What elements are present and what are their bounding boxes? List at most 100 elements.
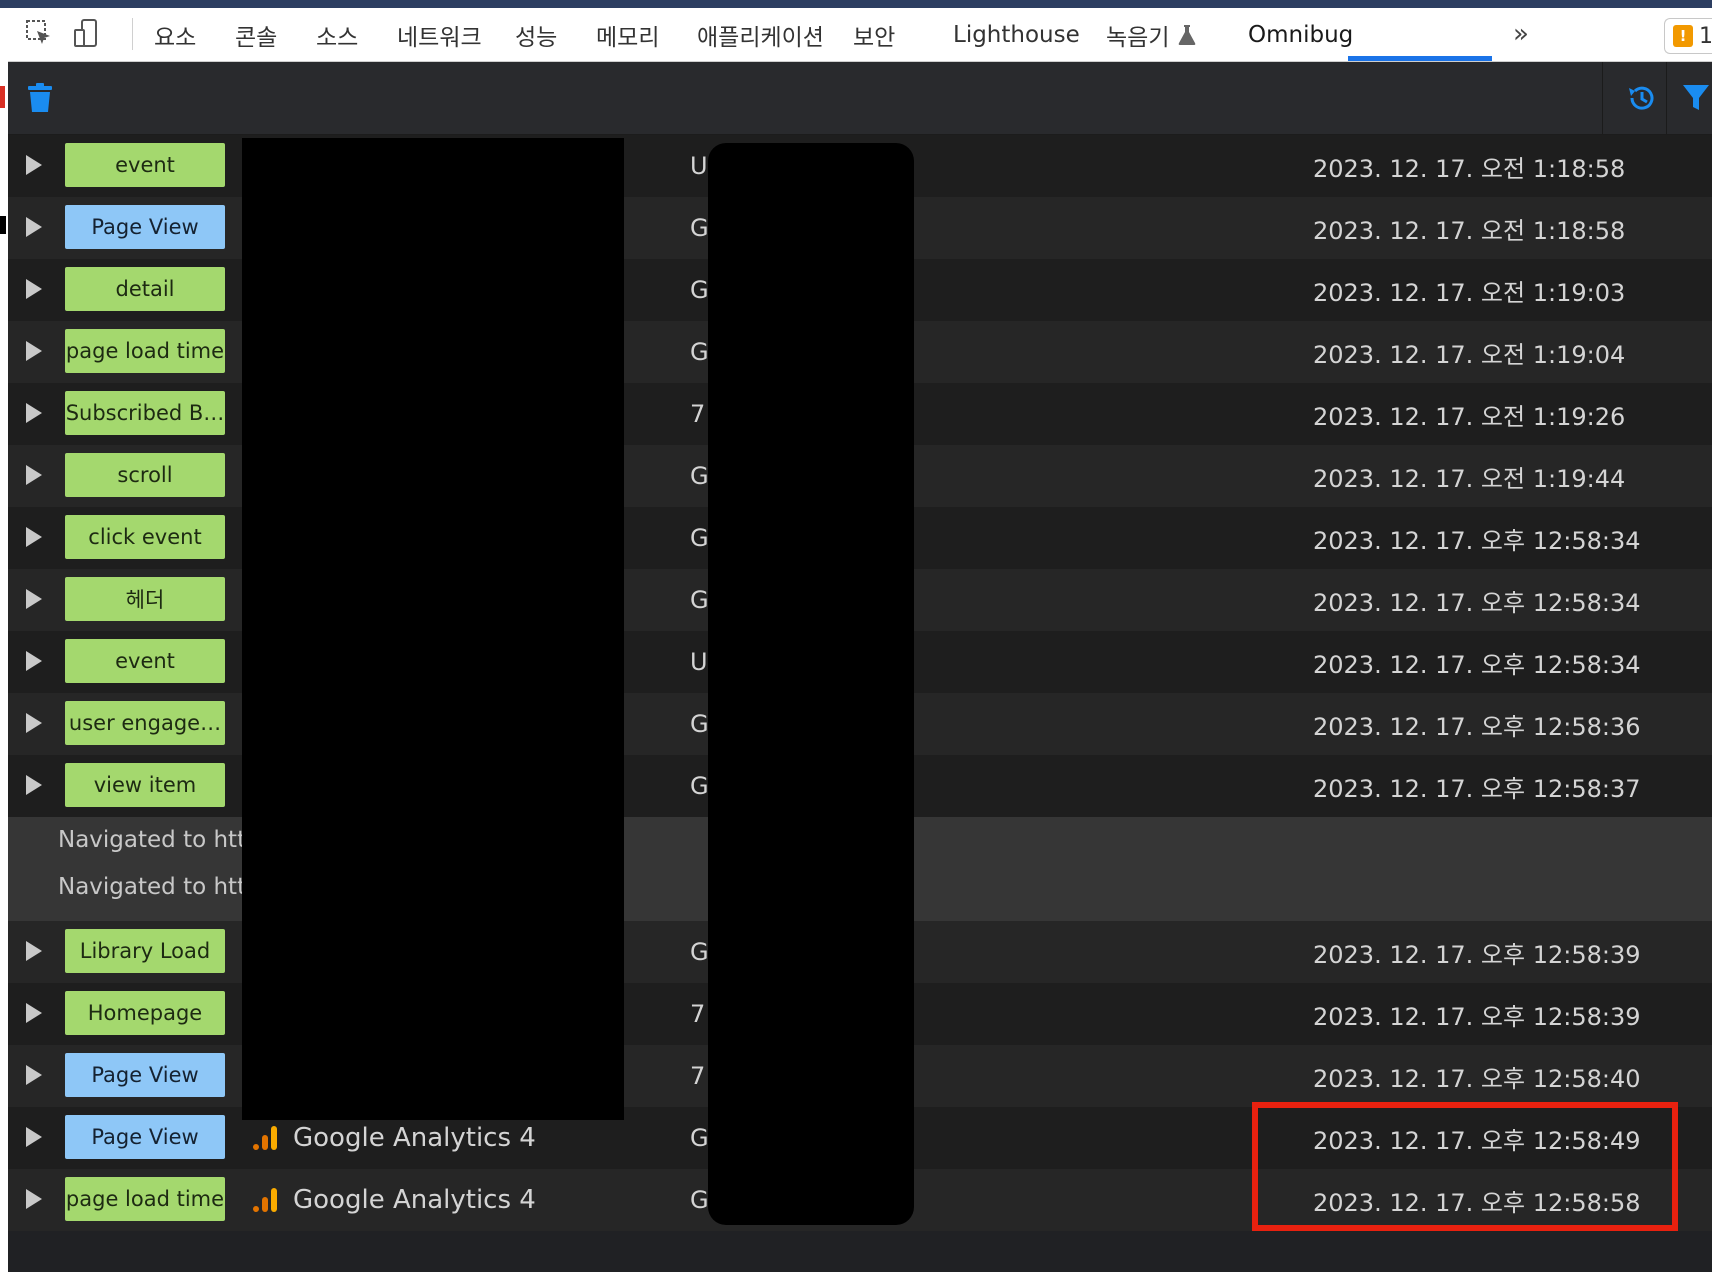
google-analytics-icon	[253, 1126, 277, 1150]
expand-arrow-icon[interactable]	[26, 527, 42, 547]
navigation-message: Navigated to http	[58, 874, 261, 900]
account-id-cell: G	[690, 586, 709, 614]
expand-arrow-icon[interactable]	[26, 713, 42, 733]
account-id-cell: U	[690, 648, 708, 676]
tab-security[interactable]: 보안	[853, 8, 895, 61]
account-id-cell: G	[690, 462, 709, 490]
more-tabs-chevron-icon[interactable]: »	[1504, 16, 1538, 52]
expand-arrow-icon[interactable]	[26, 155, 42, 175]
timestamp-cell: 2023. 12. 17. 오후 12:58:37	[1313, 774, 1641, 803]
left-page-edge	[0, 8, 8, 1272]
toolbar-separator	[1666, 62, 1667, 134]
highlight-box	[1252, 1102, 1678, 1231]
tab-sources[interactable]: 소스	[316, 8, 358, 61]
event-type-badge: Homepage	[65, 991, 225, 1035]
event-type-badge: Library Load	[65, 929, 225, 973]
flask-icon	[1179, 24, 1196, 45]
timestamp-cell: 2023. 12. 17. 오전 1:18:58	[1313, 216, 1626, 245]
expand-arrow-icon[interactable]	[26, 941, 42, 961]
timestamp-cell: 2023. 12. 17. 오후 12:58:34	[1313, 650, 1641, 679]
timestamp-cell: 2023. 12. 17. 오전 1:19:26	[1313, 402, 1626, 431]
edge-mark	[0, 216, 6, 234]
event-type-badge: page load time	[65, 1177, 225, 1221]
account-id-cell: 7	[690, 1000, 706, 1028]
filter-icon[interactable]	[1674, 76, 1712, 120]
event-type-badge: view item	[65, 763, 225, 807]
account-id-cell: U	[690, 152, 708, 180]
provider-cell: Google Analytics 4	[251, 1169, 536, 1231]
event-type-badge: scroll	[65, 453, 225, 497]
account-id-cell: 7	[690, 400, 706, 428]
expand-arrow-icon[interactable]	[26, 217, 42, 237]
timestamp-cell: 2023. 12. 17. 오전 1:19:44	[1313, 464, 1626, 493]
history-icon[interactable]	[1620, 76, 1664, 120]
issues-counter-button[interactable]: ! 1	[1664, 18, 1712, 54]
navigation-message: Navigated to http	[58, 827, 261, 853]
toolbar-separator	[132, 18, 133, 50]
toolbar-separator	[1602, 62, 1603, 134]
account-id-cell: G	[690, 772, 709, 800]
account-id-cell: 7	[690, 1062, 706, 1090]
trash-icon[interactable]	[18, 76, 62, 120]
expand-arrow-icon[interactable]	[26, 1189, 42, 1209]
redaction-box	[242, 138, 624, 1120]
account-id-cell: G	[690, 524, 709, 552]
event-type-badge: Page View	[65, 1053, 225, 1097]
warning-icon: !	[1673, 25, 1693, 47]
provider-name: Google Analytics 4	[293, 1123, 536, 1153]
event-type-badge: event	[65, 639, 225, 683]
timestamp-cell: 2023. 12. 17. 오전 1:19:03	[1313, 278, 1626, 307]
event-type-badge: 헤더	[65, 577, 225, 621]
event-type-badge: event	[65, 143, 225, 187]
event-type-badge: click event	[65, 515, 225, 559]
issues-count: 1	[1699, 23, 1712, 49]
active-tab-indicator	[1348, 56, 1492, 61]
timestamp-cell: 2023. 12. 17. 오후 12:58:40	[1313, 1064, 1641, 1093]
tab-memory[interactable]: 메모리	[596, 8, 659, 61]
device-toolbar-icon[interactable]	[70, 16, 104, 50]
tab-network[interactable]: 네트워크	[397, 8, 482, 61]
expand-arrow-icon[interactable]	[26, 341, 42, 361]
tab-recorder[interactable]: 녹음기	[1106, 8, 1197, 61]
timestamp-cell: 2023. 12. 17. 오후 12:58:39	[1313, 1002, 1641, 1031]
provider-name: Google Analytics 4	[293, 1185, 536, 1215]
account-id-cell: G	[690, 1186, 709, 1214]
expand-arrow-icon[interactable]	[26, 651, 42, 671]
expand-arrow-icon[interactable]	[26, 279, 42, 299]
tab-lighthouse[interactable]: Lighthouse	[953, 8, 1080, 61]
account-id-cell: G	[690, 1124, 709, 1152]
expand-arrow-icon[interactable]	[26, 465, 42, 485]
tab-omnibug[interactable]: Omnibug	[1248, 8, 1353, 61]
expand-arrow-icon[interactable]	[26, 589, 42, 609]
tab-application[interactable]: 애플리케이션	[697, 8, 824, 61]
google-analytics-icon	[253, 1188, 277, 1212]
tab-console[interactable]: 콘솔	[235, 8, 277, 61]
window-top-band	[0, 0, 1712, 8]
event-type-badge: detail	[65, 267, 225, 311]
event-type-badge: user engage…	[65, 701, 225, 745]
expand-arrow-icon[interactable]	[26, 1065, 42, 1085]
expand-arrow-icon[interactable]	[26, 403, 42, 423]
expand-arrow-icon[interactable]	[26, 1003, 42, 1023]
event-type-badge: Page View	[65, 1115, 225, 1159]
timestamp-cell: 2023. 12. 17. 오전 1:19:04	[1313, 340, 1626, 369]
edge-mark	[0, 86, 5, 108]
expand-arrow-icon[interactable]	[26, 1127, 42, 1147]
account-id-cell: G	[690, 338, 709, 366]
timestamp-cell: 2023. 12. 17. 오후 12:58:39	[1313, 940, 1641, 969]
inspect-element-icon[interactable]	[22, 16, 56, 50]
expand-arrow-icon[interactable]	[26, 775, 42, 795]
event-type-badge: Page View	[65, 205, 225, 249]
timestamp-cell: 2023. 12. 17. 오후 12:58:36	[1313, 712, 1641, 741]
account-id-cell: G	[690, 214, 709, 242]
account-id-cell: G	[690, 938, 709, 966]
event-type-badge: page load time	[65, 329, 225, 373]
timestamp-cell: 2023. 12. 17. 오후 12:58:34	[1313, 526, 1641, 555]
timestamp-cell: 2023. 12. 17. 오전 1:18:58	[1313, 154, 1626, 183]
tab-elements[interactable]: 요소	[154, 8, 196, 61]
tab-recorder-label: 녹음기	[1106, 24, 1170, 51]
omnibug-toolbar	[8, 62, 1712, 135]
tab-performance[interactable]: 성능	[515, 8, 557, 61]
event-type-badge: Subscribed B…	[65, 391, 225, 435]
account-id-cell: G	[690, 276, 709, 304]
